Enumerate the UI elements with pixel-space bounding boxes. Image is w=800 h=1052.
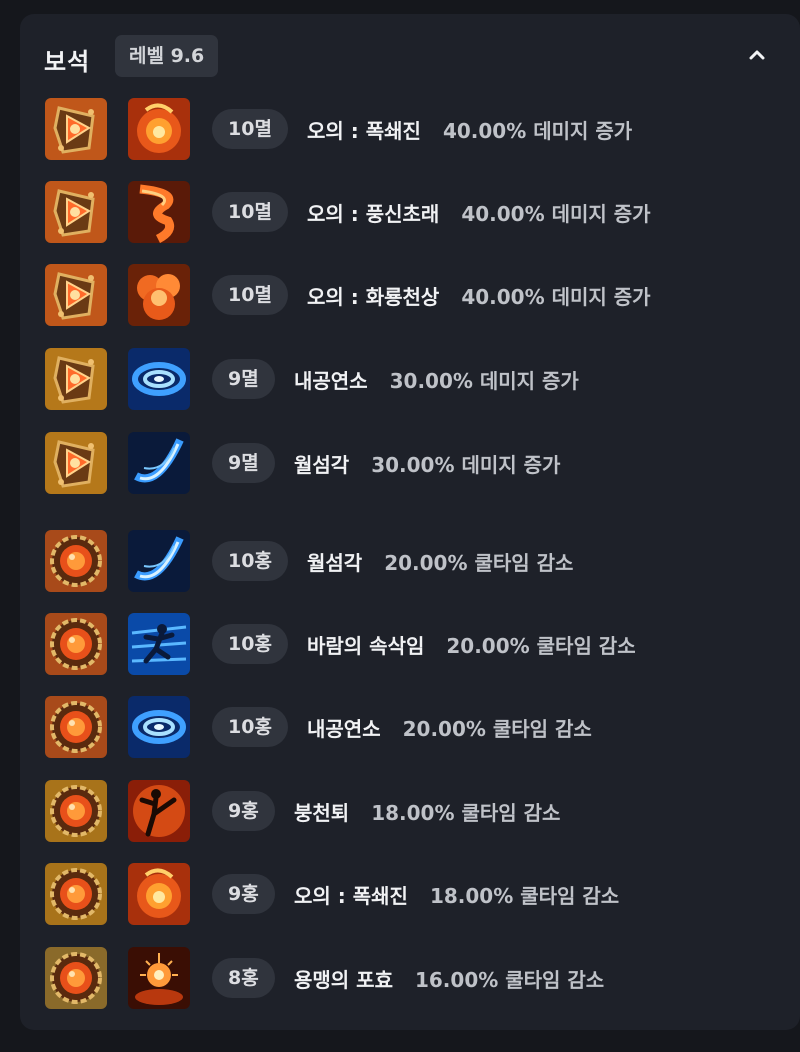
gem-effect: 40.00% 데미지 증가 bbox=[461, 285, 651, 309]
fire-burst-skill-icon bbox=[128, 863, 190, 925]
gem-row[interactable]: 9홍 오의 : 폭쇄진 18.00% 쿨타임 감소 bbox=[20, 863, 800, 925]
gem-myeol-icon bbox=[45, 348, 107, 410]
gem-effect: 18.00% 쿨타임 감소 bbox=[371, 801, 561, 825]
gem-effect: 20.00% 쿨타임 감소 bbox=[384, 551, 574, 575]
gem-grade-badge: 10홍 bbox=[212, 707, 288, 747]
skill-name: 오의 : 화룡천상 bbox=[307, 285, 440, 309]
gem-row[interactable]: 10멸 오의 : 풍신초래 40.00% 데미지 증가 bbox=[20, 181, 800, 243]
gem-hong-icon bbox=[45, 780, 107, 842]
skill-name: 붕천퇴 bbox=[294, 801, 350, 825]
gem-grade-badge: 9홍 bbox=[212, 874, 275, 914]
ice-slash-skill-icon bbox=[128, 530, 190, 592]
gem-row[interactable]: 10홍 바람의 속삭임 20.00% 쿨타임 감소 bbox=[20, 613, 800, 675]
gem-row[interactable]: 9홍 붕천퇴 18.00% 쿨타임 감소 bbox=[20, 780, 800, 842]
gem-hong-icon bbox=[45, 947, 107, 1009]
gem-row[interactable]: 10홍 내공연소 20.00% 쿨타임 감소 bbox=[20, 696, 800, 758]
skill-name: 오의 : 폭쇄진 bbox=[307, 119, 421, 143]
gem-list: 10멸 오의 : 폭쇄진 40.00% 데미지 증가 10멸 오의 : 풍신초래 40.… bbox=[20, 14, 800, 1030]
gem-hong-icon bbox=[45, 863, 107, 925]
gem-row[interactable]: 9멸 월섬각 30.00% 데미지 증가 bbox=[20, 432, 800, 494]
gem-myeol-icon bbox=[45, 432, 107, 494]
skill-name: 바람의 속삭임 bbox=[307, 634, 425, 658]
fire-kick-skill-icon bbox=[128, 780, 190, 842]
ice-slash-skill-icon bbox=[128, 432, 190, 494]
gem-grade-badge: 10홍 bbox=[212, 541, 288, 581]
gem-row[interactable]: 10멸 오의 : 폭쇄진 40.00% 데미지 증가 bbox=[20, 98, 800, 160]
gem-row[interactable]: 10홍 월섬각 20.00% 쿨타임 감소 bbox=[20, 530, 800, 592]
gem-grade-badge: 10멸 bbox=[212, 192, 288, 232]
gem-grade-badge: 9홍 bbox=[212, 791, 275, 831]
gem-effect: 20.00% 쿨타임 감소 bbox=[446, 634, 636, 658]
gem-effect: 30.00% 데미지 증가 bbox=[389, 369, 579, 393]
gem-grade-badge: 10멸 bbox=[212, 109, 288, 149]
skill-name: 오의 : 풍신초래 bbox=[307, 202, 440, 226]
gem-effect: 40.00% 데미지 증가 bbox=[461, 202, 651, 226]
gem-myeol-icon bbox=[45, 181, 107, 243]
gem-grade-badge: 10멸 bbox=[212, 275, 288, 315]
gem-grade-badge: 8홍 bbox=[212, 958, 275, 998]
skill-name: 월섬각 bbox=[307, 551, 363, 575]
gem-grade-badge: 10홍 bbox=[212, 624, 288, 664]
skill-name: 내공연소 bbox=[307, 717, 381, 741]
gem-effect: 18.00% 쿨타임 감소 bbox=[429, 884, 620, 908]
ice-vortex-skill-icon bbox=[128, 696, 190, 758]
fire-tornado-skill-icon bbox=[128, 181, 190, 243]
gem-hong-icon bbox=[45, 613, 107, 675]
fire-explosion-skill-icon bbox=[128, 264, 190, 326]
skill-name: 용맹의 포효 bbox=[294, 968, 393, 992]
gem-hong-icon bbox=[45, 696, 107, 758]
gem-row[interactable]: 9멸 내공연소 30.00% 데미지 증가 bbox=[20, 348, 800, 410]
ice-vortex-skill-icon bbox=[128, 348, 190, 410]
gem-row[interactable]: 8홍 용맹의 포효 16.00% 쿨타임 감소 bbox=[20, 947, 800, 1009]
gem-myeol-icon bbox=[45, 98, 107, 160]
skill-name: 오의 : 폭쇄진 bbox=[294, 884, 408, 908]
gem-effect: 16.00% 쿨타임 감소 bbox=[414, 968, 605, 992]
fire-burst-skill-icon bbox=[128, 98, 190, 160]
gem-panel: 보석 레벨 9.6 10멸 오의 : 폭쇄진 40.00% 데미지 증가 10멸 오의… bbox=[20, 14, 800, 1030]
wind-dash-skill-icon bbox=[128, 613, 190, 675]
gem-effect: 40.00% 데미지 증가 bbox=[442, 119, 633, 143]
gem-effect: 20.00% 쿨타임 감소 bbox=[402, 717, 592, 741]
gem-grade-badge: 9멸 bbox=[212, 359, 275, 399]
gem-row[interactable]: 10멸 오의 : 화룡천상 40.00% 데미지 증가 bbox=[20, 264, 800, 326]
skill-name: 내공연소 bbox=[294, 369, 368, 393]
gem-myeol-icon bbox=[45, 264, 107, 326]
gem-effect: 30.00% 데미지 증가 bbox=[371, 453, 561, 477]
skill-name: 월섬각 bbox=[294, 453, 350, 477]
gem-grade-badge: 9멸 bbox=[212, 443, 275, 483]
fire-roar-skill-icon bbox=[128, 947, 190, 1009]
gem-hong-icon bbox=[45, 530, 107, 592]
